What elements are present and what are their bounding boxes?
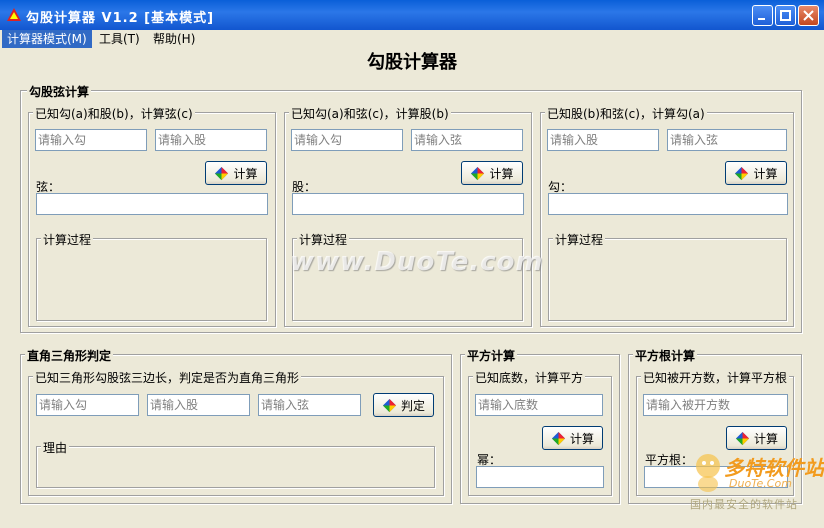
close-button[interactable] xyxy=(798,5,819,26)
radicand-input[interactable]: 请输入被开方数 xyxy=(643,394,788,416)
pythagoras-group-title: 勾股弦计算 xyxy=(27,83,92,100)
calculator-icon xyxy=(735,431,750,445)
reason-label: 理由 xyxy=(41,439,70,456)
process-box: 计算过程 xyxy=(36,231,267,321)
button-label: 计算 xyxy=(753,166,778,181)
power-output[interactable] xyxy=(476,466,604,488)
maximize-button[interactable] xyxy=(775,5,796,26)
window-title: 勾股计算器 V1.2 [基本模式] xyxy=(26,11,215,26)
sqrt-title: 平方根计算 xyxy=(633,347,698,364)
sqrt-legend: 已知被开方数，计算平方根 xyxy=(641,369,790,386)
app-icon xyxy=(7,8,21,21)
menu-tools[interactable]: 工具(T) xyxy=(94,30,145,48)
calc-leg-a-button[interactable]: 计算 xyxy=(725,161,787,185)
minimize-icon xyxy=(758,18,765,20)
menu-bar: 计算器模式(M) 工具(T) 帮助(H) xyxy=(0,30,824,48)
leg-a-input[interactable]: 请输入勾 xyxy=(291,129,403,151)
calc-square-button[interactable]: 计算 xyxy=(542,426,603,450)
panel-legend: 已知勾(a)和股(b)，计算弦(c) xyxy=(33,105,195,122)
right-triangle-title: 直角三角形判定 xyxy=(25,347,114,364)
menu-calculator-mode[interactable]: 计算器模式(M) xyxy=(2,30,92,48)
process-label: 计算过程 xyxy=(297,231,350,248)
calc-hypotenuse-button[interactable]: 计算 xyxy=(205,161,267,185)
close-icon xyxy=(803,10,814,21)
page-title: 勾股计算器 xyxy=(367,52,457,73)
right-triangle-legend: 已知三角形勾股弦三边长，判定是否为直角三角形 xyxy=(33,369,302,386)
leg-b-input[interactable]: 请输入股 xyxy=(547,129,659,151)
menu-help[interactable]: 帮助(H) xyxy=(148,30,200,48)
hypotenuse-input[interactable]: 请输入弦 xyxy=(667,129,787,151)
calculator-icon xyxy=(382,398,397,412)
button-label: 判定 xyxy=(400,398,425,413)
title-bar: 勾股计算器 V1.2 [基本模式] xyxy=(0,0,824,30)
base-input[interactable]: 请输入底数 xyxy=(475,394,603,416)
reason-box: 理由 xyxy=(36,439,435,488)
leg-b-input[interactable]: 请输入股 xyxy=(155,129,267,151)
calculator-icon xyxy=(471,166,485,180)
process-label: 计算过程 xyxy=(41,231,94,248)
square-legend: 已知底数，计算平方 xyxy=(473,369,586,386)
process-label: 计算过程 xyxy=(553,231,606,248)
calculator-icon xyxy=(215,166,229,180)
panel-legend: 已知股(b)和弦(c)，计算勾(a) xyxy=(545,105,707,122)
minimize-button[interactable] xyxy=(752,5,773,26)
square-title: 平方计算 xyxy=(465,347,518,364)
calc-sqrt-button[interactable]: 计算 xyxy=(726,426,787,450)
button-label: 计算 xyxy=(233,166,258,181)
leg-a-input[interactable]: 请输入勾 xyxy=(35,129,147,151)
hypotenuse-output[interactable] xyxy=(36,193,268,215)
button-label: 计算 xyxy=(569,431,594,446)
button-label: 计算 xyxy=(489,166,514,181)
button-label: 计算 xyxy=(753,431,778,446)
calc-leg-b-button[interactable]: 计算 xyxy=(461,161,523,185)
judge-button[interactable]: 判定 xyxy=(373,393,434,417)
panel-legend: 已知勾(a)和弦(c)，计算股(b) xyxy=(289,105,451,122)
leg-b-output[interactable] xyxy=(292,193,524,215)
watermark-logo-foot: 国内最安全的软件站 xyxy=(690,498,798,511)
side-a-input[interactable]: 请输入勾 xyxy=(36,394,139,416)
maximize-icon xyxy=(780,10,791,21)
side-b-input[interactable]: 请输入股 xyxy=(147,394,250,416)
calculator-icon xyxy=(551,431,566,445)
watermark-logo-sub: DuoTe.Com xyxy=(729,477,792,490)
calculator-icon xyxy=(735,166,749,180)
leg-a-output[interactable] xyxy=(548,193,788,215)
hypotenuse-input[interactable]: 请输入弦 xyxy=(411,129,523,151)
side-c-input[interactable]: 请输入弦 xyxy=(258,394,361,416)
process-box: 计算过程 xyxy=(548,231,787,321)
watermark-site: www.DuoTe.com xyxy=(290,247,544,277)
